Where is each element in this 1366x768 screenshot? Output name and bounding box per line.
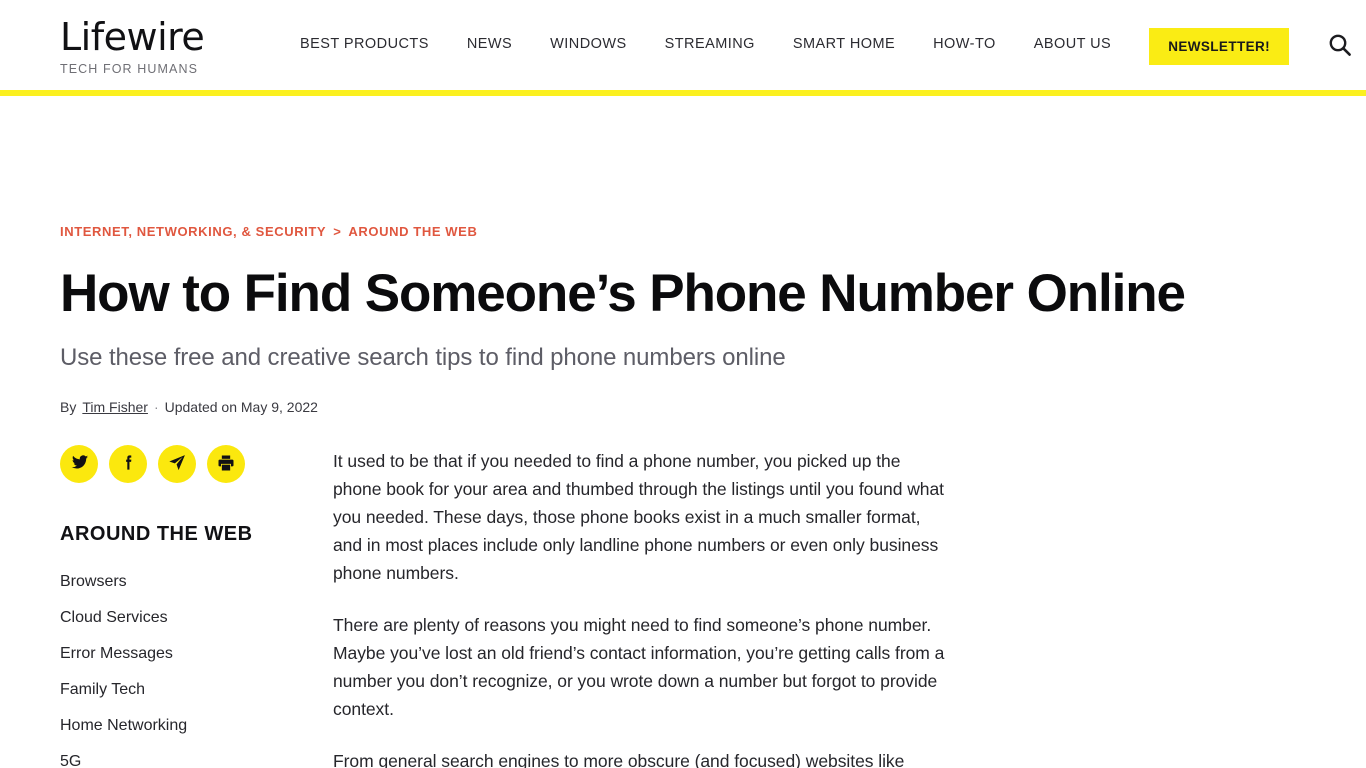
page-title: How to Find Someone’s Phone Number Onlin… (60, 264, 1186, 323)
nav-item-best-products[interactable]: BEST PRODUCTS (300, 36, 429, 52)
share-facebook-button[interactable] (109, 445, 147, 483)
nav-item-how-to[interactable]: HOW-TO (933, 36, 996, 52)
sidebar-item-error-messages[interactable]: Error Messages (60, 636, 333, 672)
send-icon (167, 453, 187, 476)
sidebar-list: Browsers Cloud Services Error Messages F… (60, 564, 333, 768)
list-item: Cloud Services (60, 600, 333, 636)
sidebar-item-cloud-services[interactable]: Cloud Services (60, 600, 333, 636)
share-print-button[interactable] (207, 445, 245, 483)
sidebar-heading: AROUND THE WEB (60, 523, 253, 545)
byline-separator: · (153, 399, 159, 415)
sidebar-item-family-tech[interactable]: Family Tech (60, 672, 333, 708)
share-send-button[interactable] (158, 445, 196, 483)
nav-item-news[interactable]: NEWS (467, 36, 512, 52)
list-item: Home Networking (60, 708, 333, 744)
updated-date: Updated on May 9, 2022 (164, 399, 318, 415)
list-item: 5G (60, 744, 333, 768)
breadcrumb-current[interactable]: AROUND THE WEB (348, 224, 477, 239)
share-buttons (60, 445, 333, 483)
sidebar-item-home-networking[interactable]: Home Networking (60, 708, 333, 744)
share-twitter-button[interactable] (60, 445, 98, 483)
search-icon (1327, 32, 1353, 61)
sidebar-item-browsers[interactable]: Browsers (60, 564, 333, 600)
article-subtitle: Use these free and creative search tips … (60, 344, 786, 371)
brand-tagline: TECH FOR HUMANS (60, 62, 199, 76)
article-paragraph-2: There are plenty of reasons you might ne… (333, 615, 945, 719)
main-navigation: BEST PRODUCTS NEWS WINDOWS STREAMING SMA… (300, 0, 1149, 52)
site-logo[interactable]: Lifewire TECH FOR HUMANS (60, 0, 250, 77)
article-paragraph-3: From general search engines to more obsc… (333, 751, 905, 768)
facebook-icon (119, 453, 138, 475)
nav-item-about-us[interactable]: ABOUT US (1034, 36, 1111, 52)
breadcrumb-parent[interactable]: INTERNET, NETWORKING, & SECURITY (60, 224, 326, 239)
byline-prefix: By (60, 399, 77, 415)
header-actions: NEWSLETTER! (1149, 0, 1357, 65)
article-text: It used to be that if you needed to find… (333, 445, 953, 768)
print-icon (216, 453, 236, 476)
site-header: Lifewire TECH FOR HUMANS BEST PRODUCTS N… (0, 0, 1366, 90)
list-item: Family Tech (60, 672, 333, 708)
nav-item-windows[interactable]: WINDOWS (550, 36, 626, 52)
article-sidebar: AROUND THE WEB Browsers Cloud Services E… (60, 445, 333, 768)
breadcrumb: INTERNET, NETWORKING, & SECURITY > AROUN… (60, 224, 1306, 239)
newsletter-button[interactable]: NEWSLETTER! (1149, 28, 1290, 65)
article-body-row: AROUND THE WEB Browsers Cloud Services E… (60, 445, 1306, 768)
header-accent-bar (0, 90, 1366, 96)
author-link[interactable]: Tim Fisher (82, 399, 148, 415)
breadcrumb-separator: > (333, 224, 342, 239)
list-item: Browsers (60, 564, 333, 600)
search-button[interactable] (1323, 30, 1357, 64)
article-paragraph-1: It used to be that if you needed to find… (333, 451, 944, 583)
nav-item-smart-home[interactable]: SMART HOME (793, 36, 895, 52)
sidebar-item-5g[interactable]: 5G (60, 744, 333, 768)
list-item: Error Messages (60, 636, 333, 672)
byline: By Tim Fisher · Updated on May 9, 2022 (60, 399, 1306, 415)
brand-name: Lifewire (60, 15, 205, 59)
twitter-icon (70, 453, 89, 475)
nav-item-streaming[interactable]: STREAMING (665, 36, 755, 52)
page-content: INTERNET, NETWORKING, & SECURITY > AROUN… (0, 224, 1366, 768)
